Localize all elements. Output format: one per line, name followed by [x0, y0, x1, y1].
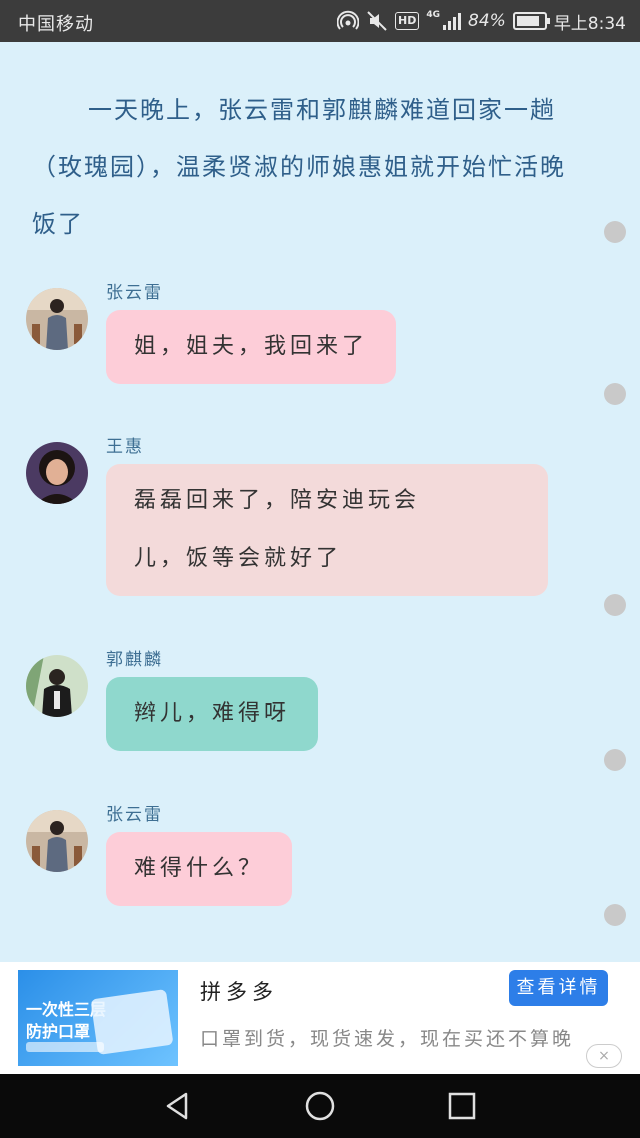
message-bubble: 辫儿，难得呀: [106, 677, 319, 751]
hotspot-icon: [337, 10, 360, 30]
recent-apps-icon[interactable]: [446, 1090, 478, 1122]
avatar[interactable]: [26, 655, 88, 717]
comment-dot[interactable]: [604, 221, 626, 243]
ad-banner[interactable]: 一次性三层 防护口罩 拼多多 口罩到货，现货速发，现在买还不算晚 查看详情 ×: [0, 962, 640, 1074]
message-text: 难得什么？: [134, 856, 265, 881]
avatar[interactable]: [26, 288, 88, 350]
ad-image-subheadline: 防护口罩: [26, 1022, 91, 1041]
comment-dot[interactable]: [604, 904, 626, 926]
status-bar: 中国移动 HD 4G 84% 早上8:34: [0, 0, 640, 42]
battery-percent: 84%: [468, 11, 506, 31]
hd-badge: HD: [395, 12, 420, 30]
message-text: 辫儿，难得呀: [134, 701, 291, 726]
network-type: 4G: [426, 10, 441, 20]
message-bubble: 磊磊回来了，陪安迪玩会 儿，饭等会就好了: [106, 464, 548, 596]
sender-name: 张云雷: [106, 805, 163, 825]
sender-name: 郭麒麟: [106, 650, 163, 670]
ad-image-tags: [26, 1042, 104, 1052]
intro-paragraph: 一天晚上，张云雷和郭麒麟难道回家一趟（玫瑰园），温柔贤淑的师娘惠姐就开始忙活晚饭…: [32, 96, 566, 238]
status-icons: HD 4G 84% 早上8:34: [337, 8, 626, 34]
mute-icon: [367, 11, 387, 31]
view-details-button[interactable]: 查看详情: [509, 970, 608, 1006]
message-bubble: 难得什么？: [106, 832, 293, 906]
message-text: 姐，姐夫，我回来了: [134, 334, 369, 359]
ad-image[interactable]: 一次性三层 防护口罩: [18, 970, 178, 1066]
close-ad-button[interactable]: ×: [586, 1044, 622, 1068]
home-icon[interactable]: [304, 1090, 336, 1122]
clock: 早上8:34: [553, 13, 626, 34]
navigation-bar: [0, 1074, 640, 1138]
signal-icon: [443, 12, 462, 30]
comment-dot[interactable]: [604, 594, 626, 616]
message-text-line-2: 儿，饭等会就好了: [134, 546, 343, 571]
avatar[interactable]: [26, 810, 88, 872]
back-icon[interactable]: [162, 1090, 194, 1122]
avatar[interactable]: [26, 442, 88, 504]
battery-icon: [512, 12, 550, 30]
sender-name: 王惠: [106, 437, 144, 457]
ad-brand: 拼多多: [200, 980, 278, 1004]
comment-dot[interactable]: [604, 749, 626, 771]
comment-dot[interactable]: [604, 383, 626, 405]
ad-description: 口罩到货，现货速发，现在买还不算晚: [200, 1028, 575, 1050]
carrier-label: 中国移动: [18, 14, 94, 35]
message-bubble: 姐，姐夫，我回来了: [106, 310, 397, 384]
sender-name: 张云雷: [106, 283, 163, 303]
message-text-line-1: 磊磊回来了，陪安迪玩会: [134, 488, 421, 513]
story-content[interactable]: 一天晚上，张云雷和郭麒麟难道回家一趟（玫瑰园），温柔贤淑的师娘惠姐就开始忙活晚饭…: [0, 42, 640, 962]
